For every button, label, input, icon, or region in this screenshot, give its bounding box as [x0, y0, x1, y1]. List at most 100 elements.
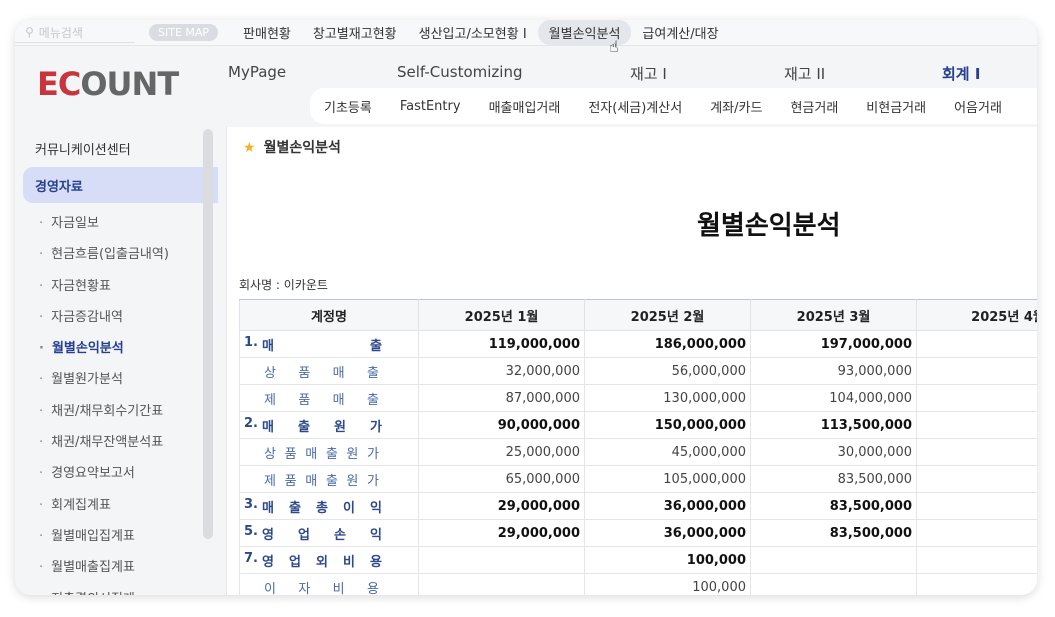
account-name: 1. 매 출	[239, 330, 419, 358]
sidebar-header[interactable]: 커뮤니케이션센터	[15, 127, 218, 167]
account-name: 제 품 매 출	[239, 384, 419, 412]
account-label: 제 품 매 출 원 가	[264, 473, 379, 489]
amount-cell	[750, 573, 917, 595]
main-nav-inventory1[interactable]: 재고 I	[630, 63, 667, 84]
table-row[interactable]: 7. 영 업 외 비 용 100,000	[239, 546, 1037, 574]
amount-cell: 16,75	[916, 492, 1037, 520]
table-row[interactable]: 상 품 매 출 32,000,00056,000,00093,000,00032,…	[239, 357, 1037, 385]
sidebar-item[interactable]: 자금일보	[15, 203, 218, 234]
amount-cell	[916, 573, 1037, 595]
table-row[interactable]: 3. 매 출 총 이 익 29,000,000 36,000,000 83,500,00…	[239, 492, 1037, 520]
sub-nav-item[interactable]: 어음거래	[940, 97, 1016, 116]
account-name: 3. 매 출 총 이 익	[239, 492, 419, 520]
hand-cursor-icon: ☝	[609, 37, 619, 56]
account-label: 제 품 매 출	[264, 392, 379, 408]
row-number: 2.	[244, 415, 258, 431]
sidebar-item[interactable]: 회계집계표	[15, 485, 218, 516]
table-row[interactable]: 1.매 출119,000,000186,000,000197,000,00011…	[239, 330, 1037, 358]
report-title: 월별손익분석	[697, 211, 841, 241]
amount-cell: 32,000,000	[418, 357, 585, 385]
table-row[interactable]: 이 자 비 용 100,000	[239, 573, 1037, 596]
amount-cell: 85,0	[916, 384, 1037, 412]
amount-cell: 30,000,000	[750, 438, 917, 466]
amount-cell: 104,000,000	[750, 384, 917, 412]
amount-cell: 29,000,000	[418, 492, 585, 520]
account-label: 이 자 비 용	[264, 581, 379, 596]
table-row[interactable]: 상 품 매 출 원 가 25,000,000 45,000,000 30,000,00…	[239, 438, 1037, 466]
table-row[interactable]: 제 품 매 출 87,000,000130,000,000104,000,0008…	[239, 384, 1037, 412]
amount-cell: 100,000	[584, 573, 751, 595]
amount-cell: 150,000,000	[584, 411, 751, 439]
amount-cell: 83,500,000	[750, 519, 917, 547]
sidebar-item[interactable]: 자금현황표	[15, 266, 218, 297]
quick-link[interactable]: 급여계산/대장	[631, 20, 729, 45]
sidebar-item[interactable]: 지출결의서집계	[15, 579, 218, 595]
amount-cell: 56,000,000	[584, 357, 751, 385]
sidebar-item[interactable]: 월별원가분석	[15, 359, 218, 390]
sub-nav-item[interactable]: 전자(세금)계산서	[574, 97, 696, 116]
amount-cell: 119,000,000	[418, 330, 585, 358]
page-title: ★ 월별손익분석	[243, 140, 341, 156]
main-nav-accounting1[interactable]: 회계 I	[942, 63, 980, 84]
header: ECOUNT MyPage Self-Customizing 재고 I 재고 I…	[15, 47, 1037, 127]
amount-cell: 100,40	[916, 411, 1037, 439]
search-icon: ⚲	[25, 25, 34, 39]
account-label: 상 품 매 출	[264, 365, 379, 381]
amount-cell: 32,1	[916, 357, 1037, 385]
amount-cell: 25,000,000	[418, 438, 585, 466]
quick-link[interactable]: 창고별재고현황	[302, 20, 408, 45]
sub-nav-item[interactable]: FastEntry	[386, 99, 475, 114]
main-nav-mypage[interactable]: MyPage	[228, 63, 286, 81]
account-name: 5. 영 업 손 익	[239, 519, 419, 547]
amount-cell	[916, 546, 1037, 574]
sidebar-item[interactable]: 채권/채무회수기간표	[15, 391, 218, 422]
sidebar-item[interactable]: 경영요약보고서	[15, 453, 218, 484]
amount-cell: 16,75	[916, 519, 1037, 547]
col-header: 2025년 2월	[584, 299, 751, 331]
sidebar-section[interactable]: 경영자료	[23, 167, 218, 203]
amount-cell: 186,000,000	[584, 330, 751, 358]
sub-nav-item[interactable]: 매출매입거래	[475, 97, 575, 116]
sub-nav-item[interactable]: 현금거래	[776, 97, 852, 116]
col-header: 계정명	[239, 299, 419, 331]
sub-nav-item[interactable]: 계좌/카드	[696, 97, 776, 116]
amount-cell: 45,000,000	[584, 438, 751, 466]
sub-nav: 기초등록 FastEntry 매출매입거래 전자(세금)계산서 계좌/카드 현금…	[310, 88, 1037, 124]
account-label: 상 품 매 출 원 가	[264, 446, 379, 462]
star-icon[interactable]: ★	[243, 140, 256, 156]
sidebar-item[interactable]: 현금흐름(입출금내역)	[15, 234, 218, 265]
quick-link[interactable]: 판매현황	[232, 20, 302, 45]
table-row[interactable]: 2. 매 출 원 가 90,000,000 150,000,000 113,500,00…	[239, 411, 1037, 439]
account-label: 매 출 총 이 익	[262, 500, 382, 516]
sitemap-button[interactable]: SITE MAP	[149, 24, 219, 41]
company-name: 회사명 : 이카운트	[239, 278, 328, 292]
amount-cell: 130,000,000	[584, 384, 751, 412]
sub-nav-item[interactable]: 기초등록	[310, 97, 386, 116]
main-nav-inventory2[interactable]: 재고 II	[784, 63, 825, 84]
amount-cell: 22,0	[916, 438, 1037, 466]
amount-cell: 78,4	[916, 465, 1037, 493]
sidebar-item[interactable]: 채권/채무잔액분석표	[15, 422, 218, 453]
ecount-logo[interactable]: ECOUNT	[37, 65, 179, 103]
sidebar-item[interactable]: 월별손익분석	[15, 328, 218, 359]
sidebar-item[interactable]: 월별매출집계표	[15, 547, 218, 578]
amount-cell: 83,500,000	[750, 465, 917, 493]
sidebar-scrollbar[interactable]	[203, 129, 213, 539]
quick-link[interactable]: 생산입고/소모현황 I	[408, 20, 538, 45]
menu-search-input[interactable]: ⚲ 메뉴검색	[15, 23, 135, 43]
amount-cell: 100,000	[584, 546, 751, 574]
main-nav-self-customizing[interactable]: Self-Customizing	[397, 63, 523, 81]
col-header: 2025년 4월	[916, 299, 1037, 331]
sidebar-item[interactable]: 자금증감내역	[15, 297, 218, 328]
sub-nav-item[interactable]: 비현금거래	[852, 97, 940, 116]
account-name: 상 품 매 출 원 가	[239, 438, 419, 466]
account-label: 매 출 원 가	[262, 419, 382, 435]
row-number: 3.	[244, 496, 258, 512]
account-name: 2. 매 출 원 가	[239, 411, 419, 439]
pl-table: 계정명 2025년 1월 2025년 2월 2025년 3월 2025년 4월 …	[239, 299, 1037, 595]
sidebar-item[interactable]: 월별매입집계표	[15, 516, 218, 547]
amount-cell	[750, 546, 917, 574]
table-row[interactable]: 제 품 매 출 원 가 65,000,000 105,000,000 83,500,0…	[239, 465, 1037, 493]
table-row[interactable]: 5.영 업 손 익29,000,00036,000,00083,500,0001…	[239, 519, 1037, 547]
row-number: 5.	[244, 523, 258, 539]
